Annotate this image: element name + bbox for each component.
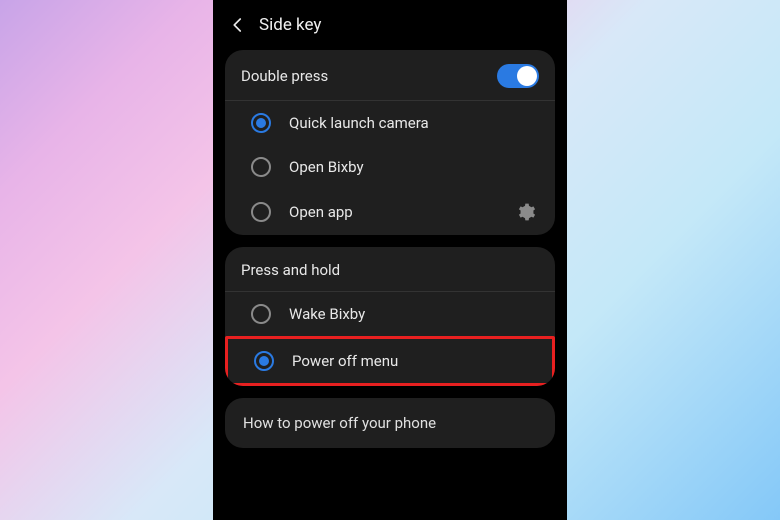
double-press-title: Double press xyxy=(241,67,328,85)
gear-icon xyxy=(516,202,536,222)
open-app-settings-button[interactable] xyxy=(515,201,537,223)
info-label: How to power off your phone xyxy=(243,414,436,432)
option-label: Quick launch camera xyxy=(289,114,537,132)
option-power-off-menu[interactable]: Power off menu xyxy=(225,336,555,386)
option-label: Power off menu xyxy=(292,352,534,370)
how-to-power-off-link[interactable]: How to power off your phone xyxy=(225,398,555,448)
radio-open-bixby[interactable] xyxy=(251,157,271,177)
press-hold-header: Press and hold xyxy=(225,247,555,292)
option-wake-bixby[interactable]: Wake Bixby xyxy=(225,292,555,336)
radio-quick-launch-camera[interactable] xyxy=(251,113,271,133)
option-open-app[interactable]: Open app xyxy=(225,189,555,235)
option-open-bixby[interactable]: Open Bixby xyxy=(225,145,555,189)
radio-wake-bixby[interactable] xyxy=(251,304,271,324)
press-hold-title: Press and hold xyxy=(241,261,340,279)
option-label: Wake Bixby xyxy=(289,305,537,323)
option-quick-launch-camera[interactable]: Quick launch camera xyxy=(225,101,555,145)
page-title: Side key xyxy=(259,15,321,35)
phone-screen: Side key Double press Quick launch camer… xyxy=(213,0,567,520)
option-label: Open app xyxy=(289,203,497,221)
press-hold-card: Press and hold Wake Bixby Power off menu xyxy=(225,247,555,386)
toggle-knob xyxy=(517,66,537,86)
option-label: Open Bixby xyxy=(289,158,537,176)
radio-power-off-menu[interactable] xyxy=(254,351,274,371)
app-header: Side key xyxy=(213,6,567,50)
double-press-header: Double press xyxy=(225,50,555,101)
radio-open-app[interactable] xyxy=(251,202,271,222)
double-press-card: Double press Quick launch camera Open Bi… xyxy=(225,50,555,235)
back-button[interactable] xyxy=(227,14,249,36)
double-press-toggle[interactable] xyxy=(497,64,539,88)
chevron-left-icon xyxy=(229,16,247,34)
